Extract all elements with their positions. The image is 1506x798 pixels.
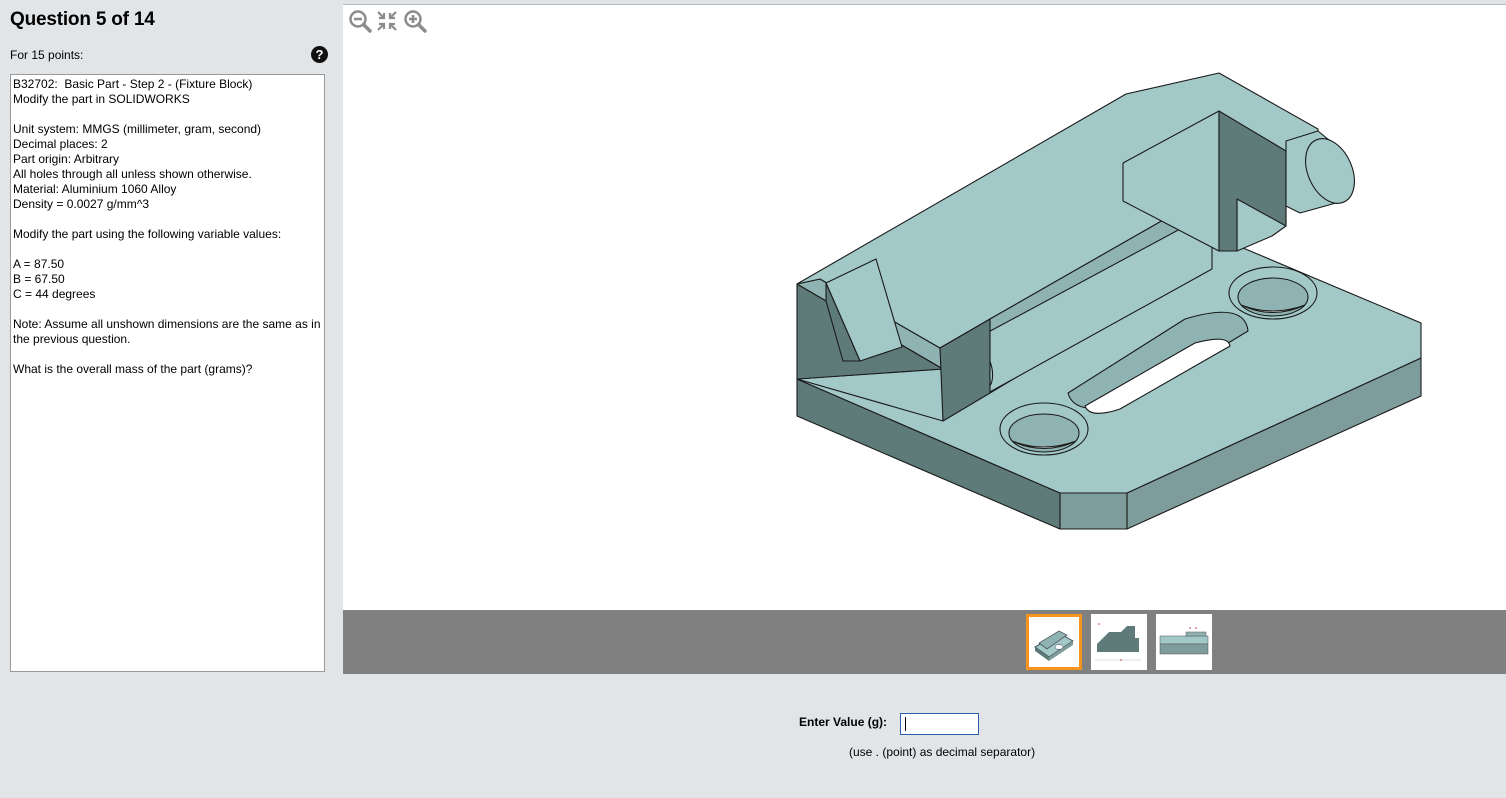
question-line: B32702: Basic Part - Step 2 - (Fixture B…	[13, 77, 253, 91]
question-line: Unit system: MMGS (millimeter, gram, sec…	[13, 122, 262, 136]
decimal-separator-hint: (use . (point) as decimal separator)	[849, 745, 1036, 759]
question-line	[13, 347, 322, 362]
thumbnail-isometric-view[interactable]	[1026, 614, 1082, 670]
thumbnail-side-view[interactable]	[1091, 614, 1147, 670]
question-line: Density = 0.0027 g/mm^3	[13, 197, 150, 211]
question-title: Question 5 of 14	[10, 9, 155, 30]
question-circle-icon[interactable]: ?	[311, 46, 328, 63]
question-line: Note: Assume all unshown dimensions are …	[13, 317, 321, 331]
question-line: Decimal places: 2	[13, 137, 108, 151]
question-line: A = 87.50	[13, 257, 65, 271]
front-view-icon	[1159, 627, 1209, 655]
question-line	[13, 242, 322, 257]
thumbnail-front-view[interactable]	[1156, 614, 1212, 670]
question-line	[13, 107, 322, 122]
points-label: For 15 points:	[10, 48, 84, 62]
part-model-image	[796, 72, 1422, 530]
question-line: Modify the part using the following vari…	[13, 227, 282, 241]
question-line: Part origin: Arbitrary	[13, 152, 120, 166]
question-line: What is the overall mass of the part (gr…	[13, 362, 253, 376]
side-view-icon	[1095, 623, 1141, 661]
question-line: C = 44 degrees	[13, 287, 96, 301]
answer-input[interactable]	[900, 713, 979, 735]
question-line: Modify the part in SOLIDWORKS	[13, 92, 190, 106]
question-text-panel[interactable]: B32702: Basic Part - Step 2 - (Fixture B…	[10, 74, 325, 672]
question-line: Material: Aluminium 1060 Alloy	[13, 182, 177, 196]
question-line	[13, 302, 322, 317]
model-viewer[interactable]	[343, 4, 1506, 610]
question-line	[13, 212, 322, 227]
view-thumbnail-strip	[343, 610, 1506, 674]
question-line: B = 67.50	[13, 272, 65, 286]
text-cursor	[905, 717, 906, 731]
question-line: the previous question.	[13, 332, 131, 346]
answer-label: Enter Value (g):	[799, 715, 888, 729]
question-line: All holes through all unless shown other…	[13, 167, 252, 181]
isometric-view-icon	[1034, 630, 1074, 661]
